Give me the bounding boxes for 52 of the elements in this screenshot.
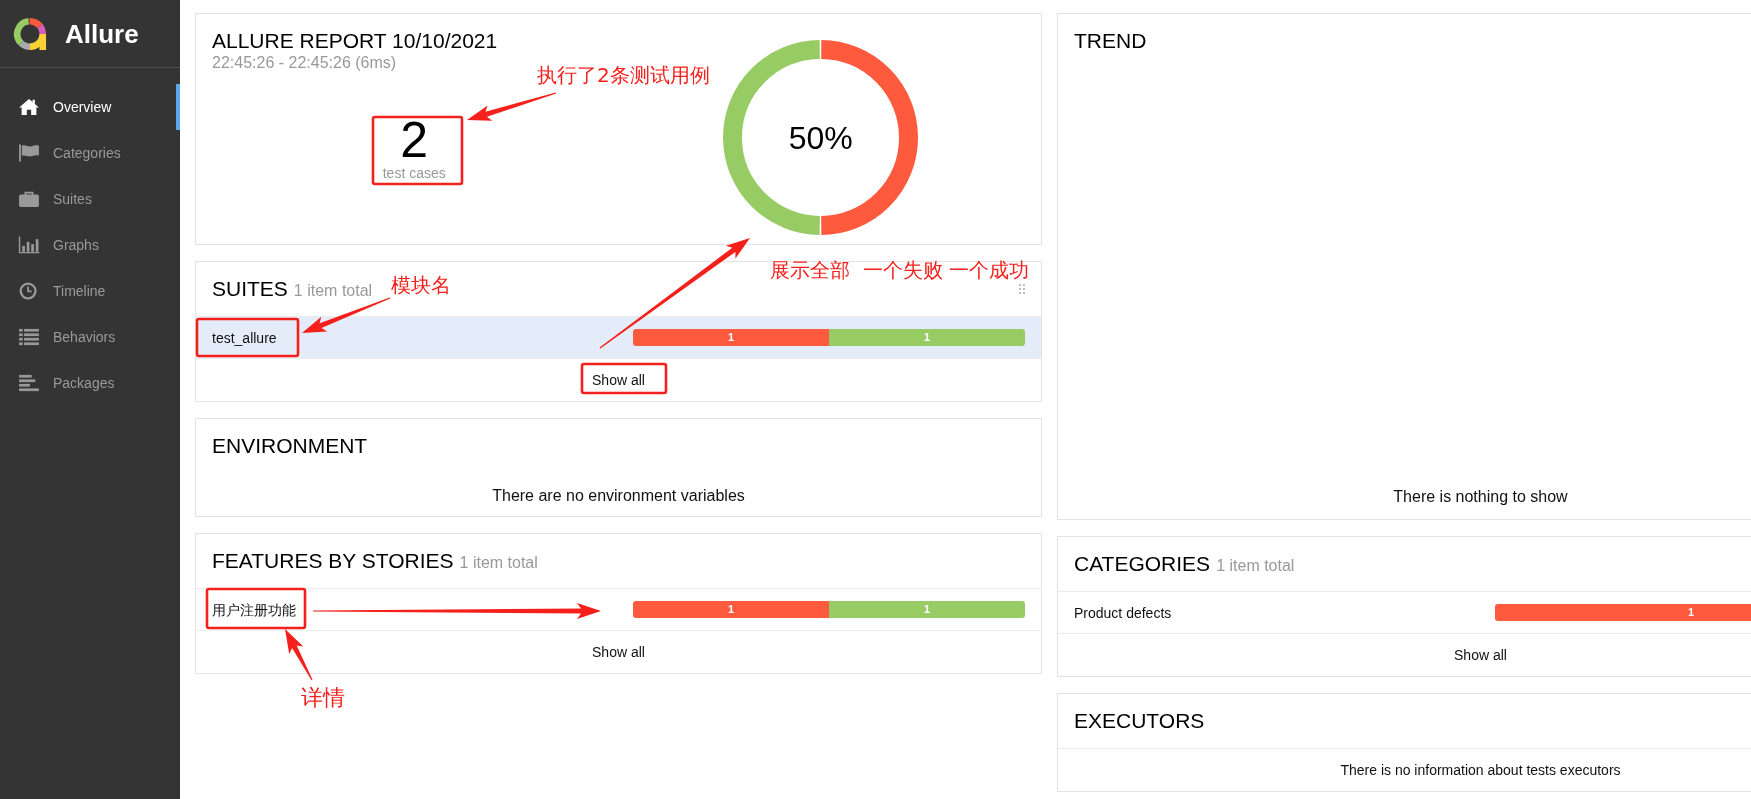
report-time: 22:45:26 - 22:45:26 (6ms): [212, 53, 398, 72]
bar-chart-icon: [18, 236, 40, 254]
widget-title: ENVIRONMENT: [212, 434, 368, 458]
app-title: Allure: [65, 18, 139, 49]
item-count: 1 item total: [293, 282, 373, 300]
empty-message: There are no environment variables: [492, 485, 745, 505]
nav-item[interactable]: Packages: [0, 360, 180, 406]
ring-logo-icon: [13, 16, 47, 51]
count-segment: 1: [1495, 604, 1751, 621]
nav-item[interactable]: Behaviors: [0, 314, 180, 360]
annotation-arrow: [285, 629, 313, 681]
count-segment: 1: [633, 329, 829, 346]
test-count-label: test cases: [382, 165, 446, 181]
bars-icon: [18, 374, 40, 392]
list-row[interactable]: test_allure 1 1: [196, 317, 1041, 359]
drag-handle-icon[interactable]: [1019, 284, 1025, 294]
list-icon: [18, 328, 40, 346]
clock-icon: [18, 282, 40, 300]
annotation-text: 执行了2条测试用例: [537, 63, 710, 87]
nav-item[interactable]: Timeline: [0, 268, 180, 314]
show-all-link[interactable]: Show all: [592, 371, 645, 389]
row-name: 用户注册功能: [212, 600, 296, 619]
list-row[interactable]: Product defects 1: [1058, 592, 1751, 634]
count-segment: 1: [829, 329, 1025, 346]
widget-title: EXECUTORS: [1074, 709, 1205, 733]
widget-title: FEATURES BY STORIES: [212, 549, 454, 573]
widget-title: TREND: [1074, 29, 1147, 53]
item-count: 1 item total: [1216, 557, 1295, 575]
count-segment: 1: [633, 601, 829, 618]
flag-icon: [18, 144, 40, 162]
widget-title: CATEGORIES: [1074, 552, 1211, 576]
empty-message: There is no information about tests executors: [1340, 761, 1621, 779]
show-all-link[interactable]: Show all: [1454, 646, 1507, 664]
annotation-text: 模块名: [391, 273, 451, 297]
empty-message: There is nothing to show: [1393, 487, 1568, 506]
nav-item[interactable]: Categories: [0, 130, 180, 176]
nav-item[interactable]: Suites: [0, 176, 180, 222]
show-all-link[interactable]: Show all: [592, 643, 645, 661]
widget-title: SUITES: [212, 277, 288, 301]
nav-item[interactable]: Overview: [0, 84, 180, 130]
annotation-text: 详情: [301, 685, 345, 711]
row-name: Product defects: [1074, 603, 1172, 622]
home-icon: [18, 98, 40, 116]
item-count: 1 item total: [459, 554, 538, 572]
test-count: 2: [400, 115, 429, 165]
nav-item[interactable]: Graphs: [0, 222, 180, 268]
pass-rate-percent: 50%: [788, 119, 853, 156]
count-segment: 1: [829, 601, 1025, 618]
report-title: ALLURE REPORT 10/10/2021: [212, 29, 499, 53]
row-name: test_allure: [212, 328, 277, 347]
briefcase-icon: [18, 190, 40, 208]
annotation-text: 展示全部 一个失败 一个成功: [770, 258, 1030, 282]
